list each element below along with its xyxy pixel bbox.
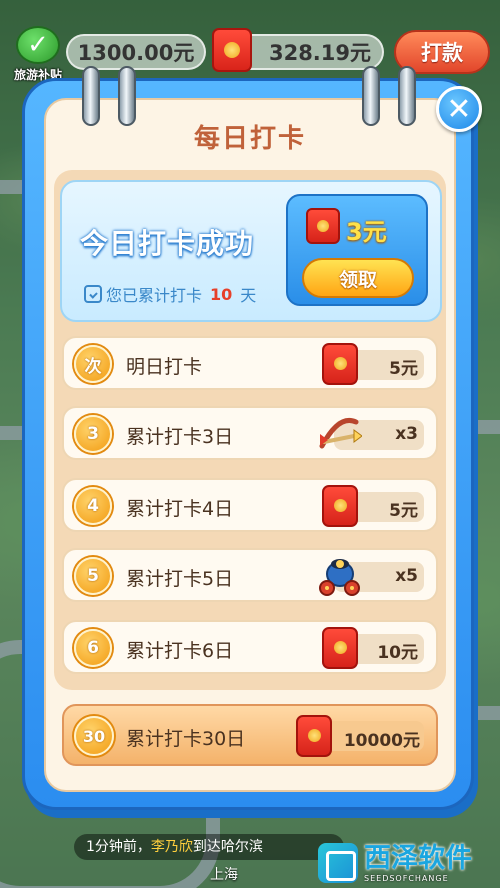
binder-ring-icon [82, 66, 100, 126]
reward-value: 10元 [377, 643, 418, 663]
news-ticker: 1分钟前，李乃欣到达哈尔滨 [74, 834, 344, 860]
modal-title: 每日打卡 [193, 124, 306, 154]
reward-value: 5元 [389, 359, 418, 379]
row-label: 累计打卡6日 [126, 640, 234, 662]
day-badge: 3 [74, 415, 112, 453]
day-badge: 5 [74, 557, 112, 595]
red-envelope-icon [296, 715, 332, 757]
day-badge: 次 [74, 345, 112, 383]
red-envelope-balance: 328.19元 [232, 34, 384, 70]
checkin-days-count: 您已累计打卡 10 天 [84, 282, 256, 306]
binder-ring-icon [118, 66, 136, 126]
day-badge: 30 [74, 716, 114, 756]
watermark: 西泽软件 SEEDSOFCHANGE [318, 838, 500, 888]
watermark-subtitle: SEEDSOFCHANGE [364, 873, 449, 883]
binder-ring-icon [362, 66, 380, 126]
ticker-time: 1分钟前， [86, 839, 151, 855]
reward-value: 5元 [389, 501, 418, 521]
watermark-title: 西泽软件 [364, 842, 472, 874]
claim-button[interactable]: 领取 [302, 258, 414, 298]
travel-subsidy-button[interactable]: ✓ 旅游补贴 [4, 26, 72, 82]
today-reward-amount: 3元 [346, 218, 387, 246]
reward-value: x5 [395, 566, 418, 586]
day-badge: 4 [74, 487, 112, 525]
checkin-row-day-30: 30 累计打卡30日 10000元 [62, 704, 438, 766]
red-envelope-icon [322, 343, 358, 385]
row-label: 明日打卡 [126, 356, 203, 378]
reward-value: x3 [395, 424, 418, 444]
row-label: 累计打卡5日 [126, 568, 234, 590]
cannon-icon [319, 559, 360, 596]
calendar-check-icon [84, 285, 102, 303]
map-city-label: 上海 [210, 867, 238, 883]
checkin-row-day-6: 6 累计打卡6日 10元 [62, 620, 438, 674]
days-suffix: 天 [240, 286, 257, 305]
red-envelope-icon [322, 627, 358, 669]
ticker-text: 到达哈尔滨 [192, 839, 263, 855]
checkin-row-day-4: 4 累计打卡4日 5元 [62, 478, 438, 532]
days-number: 10 [210, 284, 233, 304]
red-envelope-icon [306, 208, 340, 244]
checkin-row-day-3: 3 累计打卡3日 x3 [62, 406, 438, 460]
top-hud: ✓ 旅游补贴 1300.00元 328.19元 打款 [0, 26, 500, 82]
red-envelope-icon [322, 485, 358, 527]
reward-value: 10000元 [343, 731, 420, 751]
checkin-row-day-5: 5 累计打卡5日 x5 [62, 548, 438, 602]
close-button[interactable]: ✕ [436, 86, 482, 132]
days-prefix: 您已累计打卡 [106, 286, 203, 305]
red-envelope-icon [212, 28, 252, 72]
today-checkin-title: 今日打卡成功 [80, 227, 255, 260]
ticker-player: 李乃欣 [150, 839, 193, 855]
binder-ring-icon [398, 66, 416, 126]
checkmark-icon: ✓ [16, 26, 60, 64]
row-label: 累计打卡4日 [126, 498, 234, 520]
watermark-logo-icon [318, 843, 358, 883]
day-badge: 6 [74, 629, 112, 667]
row-label: 累计打卡3日 [126, 426, 234, 448]
checkin-row-next-day: 次 明日打卡 5元 [62, 336, 438, 390]
crossbow-icon [319, 418, 362, 449]
cash-balance: 1300.00元 [66, 34, 206, 70]
today-reward-panel: 3元 领取 [286, 194, 428, 306]
row-label: 累计打卡30日 [126, 728, 246, 750]
